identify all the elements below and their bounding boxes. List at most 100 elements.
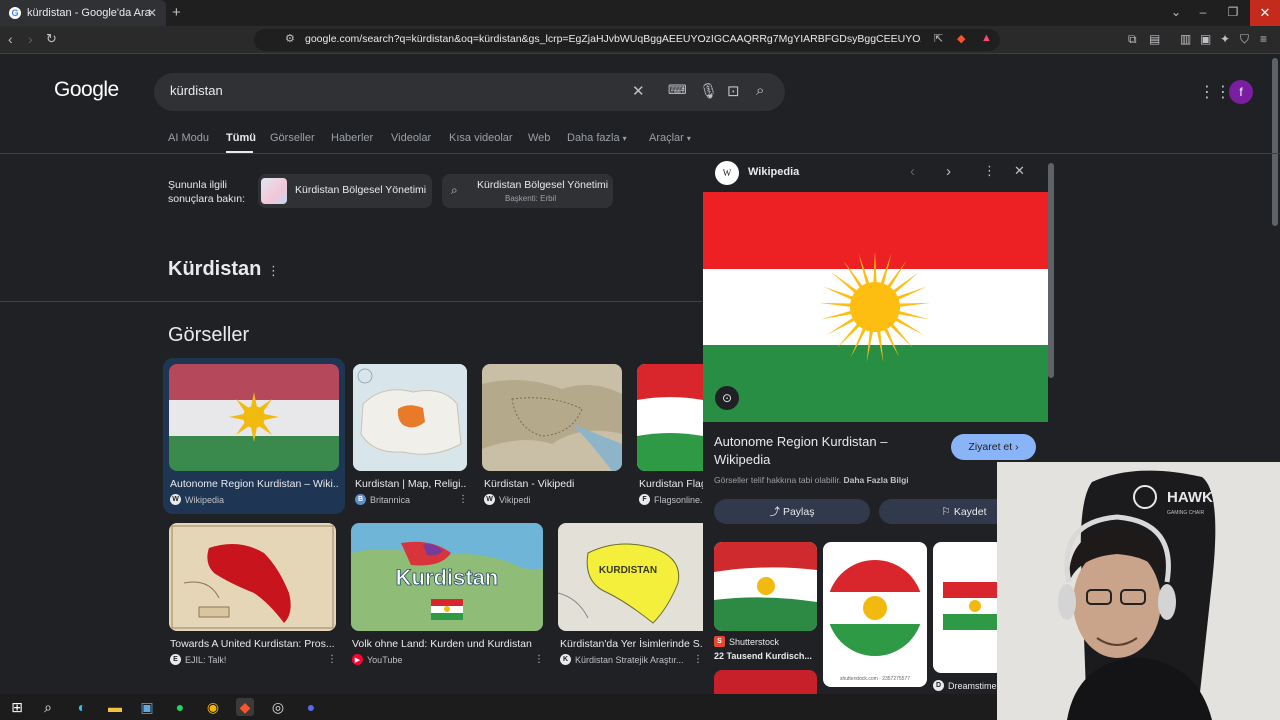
related-image-3[interactable]: [933, 542, 1003, 673]
close-icon[interactable]: ✕: [1014, 163, 1025, 179]
image-title[interactable]: Towards A United Kurdistan: Pros...: [170, 638, 336, 650]
image-source-label: Vikipedi: [499, 494, 531, 505]
extensions-icon[interactable]: ⧉: [1128, 32, 1137, 47]
url-bar[interactable]: ⚙ google.com/search?q=kürdistan&oq=kürdi…: [254, 29, 1000, 51]
related-title[interactable]: 22 Tausend Kurdisch...: [714, 651, 812, 661]
vpn-icon[interactable]: ⛉: [1240, 32, 1249, 47]
image-title[interactable]: Kürdistan - Vikipedi: [484, 478, 622, 490]
wallet-icon[interactable]: ▣: [1200, 32, 1211, 46]
search-icon[interactable]: ⌕: [756, 82, 764, 99]
image-source[interactable]: B Britannica: [355, 494, 410, 505]
image-result-flag-wave[interactable]: [637, 364, 703, 471]
tab-short-videos[interactable]: Kısa videolar: [449, 132, 513, 144]
window-close-icon[interactable]: ✕: [1250, 0, 1280, 26]
microphone-icon[interactable]: 🎙: [699, 82, 718, 100]
minimize-icon[interactable]: –: [1193, 5, 1213, 19]
back-icon[interactable]: ‹: [8, 31, 13, 47]
search-box[interactable]: kürdistan ✕ ⌨ 🎙 ⊡ ⌕: [154, 73, 785, 111]
related-source[interactable]: D Dreamstime: [933, 680, 997, 691]
brave-rewards-icon[interactable]: ▲: [981, 32, 992, 44]
panel-source[interactable]: Wikipedia: [748, 166, 799, 178]
more-info-link[interactable]: Daha Fazla Bilgi: [843, 475, 908, 485]
tab-more[interactable]: Daha fazla ▾: [567, 132, 627, 144]
tab-images[interactable]: Görseller: [270, 132, 315, 144]
related-image-2[interactable]: shutterstock.com · 2357275577: [823, 542, 927, 687]
tab-videos[interactable]: Videolar: [391, 132, 431, 144]
more-options-icon[interactable]: ⋮: [983, 163, 996, 179]
site-info-icon[interactable]: ⚙: [285, 32, 295, 45]
more-options-icon[interactable]: ⋮: [267, 263, 280, 279]
kurdistan-flag-large-image[interactable]: [703, 192, 1048, 422]
previous-icon[interactable]: ‹: [910, 163, 915, 180]
tab-all[interactable]: Tümü: [226, 132, 256, 144]
tab-ai-mode[interactable]: AI Modu: [168, 132, 209, 144]
file-explorer-icon[interactable]: ▬: [106, 698, 124, 716]
image-source[interactable]: W Vikipedi: [484, 494, 530, 505]
tab-search-icon[interactable]: ⌄: [1166, 5, 1186, 19]
panel-image-title[interactable]: Autonome Region Kurdistan – Wikipedia: [714, 433, 924, 469]
more-options-icon[interactable]: ⋮: [534, 654, 544, 665]
sun-disc: [850, 282, 900, 332]
related-chip-search[interactable]: ⌕ Kürdistan Bölgesel Yönetimi Başkenti: …: [442, 174, 613, 208]
panel-scrollbar[interactable]: [1048, 163, 1054, 378]
image-result-flag[interactable]: [169, 364, 339, 471]
image-source[interactable]: E EJIL: Talk!: [170, 654, 226, 665]
tab-web[interactable]: Web: [528, 132, 550, 144]
image-title[interactable]: Kürdistan'da Yer İsimlerinde S...: [560, 638, 703, 650]
browser-tab[interactable]: G kürdistan - Google'da Ara ✕: [0, 0, 166, 26]
menu-icon[interactable]: ≡: [1260, 32, 1267, 46]
image-result-map-britannica[interactable]: [353, 364, 467, 471]
more-options-icon[interactable]: ⋮: [327, 654, 337, 665]
image-result-region-map[interactable]: KURDISTAN: [558, 523, 703, 631]
image-result-video[interactable]: Kurdistan: [351, 523, 543, 631]
image-title[interactable]: Kurdistan Flag: [639, 478, 703, 490]
related-source[interactable]: S Shutterstock: [714, 636, 779, 647]
share-button[interactable]: ⤴ Paylaş: [714, 499, 870, 524]
more-options-icon[interactable]: ⋮: [458, 494, 468, 505]
search-input[interactable]: kürdistan: [170, 83, 223, 98]
discord-icon[interactable]: ●: [302, 698, 320, 716]
image-title[interactable]: Volk ohne Land: Kurden und Kurdistan: [352, 638, 542, 650]
next-icon[interactable]: ›: [946, 163, 951, 180]
avatar[interactable]: f: [1229, 80, 1253, 104]
chrome-icon[interactable]: ◉: [204, 698, 222, 716]
spotify-icon[interactable]: ●: [171, 698, 189, 716]
windows-start-icon[interactable]: ⊞: [8, 698, 26, 716]
image-source[interactable]: F Flagsonline.: [639, 494, 703, 505]
image-title[interactable]: Autonome Region Kurdistan – Wiki...: [170, 478, 338, 490]
downloads-icon[interactable]: ▤: [1149, 32, 1160, 46]
visit-button[interactable]: Ziyaret et ›: [951, 434, 1036, 460]
tab-close-icon[interactable]: ✕: [147, 6, 157, 20]
image-result-historic-map[interactable]: [169, 523, 336, 631]
forward-icon[interactable]: ›: [28, 31, 33, 47]
restore-icon[interactable]: ❐: [1223, 5, 1243, 19]
keyboard-icon[interactable]: ⌨: [668, 82, 687, 98]
active-tab-indicator: [226, 151, 253, 153]
image-source[interactable]: ▶ YouTube: [352, 654, 402, 665]
image-result-map-vikipedi[interactable]: [482, 364, 622, 471]
lens-search-icon[interactable]: ⊙: [715, 386, 739, 410]
apps-grid-icon[interactable]: ⋮⋮: [1199, 82, 1231, 102]
reload-icon[interactable]: ↻: [46, 31, 57, 47]
edge-icon[interactable]: ◐: [73, 698, 91, 716]
related-image-1[interactable]: [714, 542, 817, 631]
image-source[interactable]: K Kürdistan Stratejik Araştır...: [560, 654, 690, 665]
share-icon[interactable]: ⇱: [934, 32, 943, 45]
leo-ai-icon[interactable]: ✦: [1220, 32, 1230, 46]
brave-shield-icon[interactable]: ◆: [957, 32, 965, 45]
more-options-icon[interactable]: ⋮: [693, 654, 703, 665]
brave-icon[interactable]: ◆: [236, 698, 254, 716]
image-title[interactable]: Kurdistan | Map, Religi...: [355, 478, 467, 490]
search-icon[interactable]: ⌕: [39, 698, 57, 716]
clear-icon[interactable]: ✕: [632, 82, 645, 100]
sidebar-icon[interactable]: ▥: [1180, 32, 1191, 46]
tab-tools[interactable]: Araçlar ▾: [649, 132, 691, 144]
image-source[interactable]: W Wikipedia: [170, 494, 224, 505]
related-chip-kurdistan-region[interactable]: Kürdistan Bölgesel Yönetimi: [258, 174, 432, 208]
lens-icon[interactable]: ⊡: [727, 82, 740, 100]
google-logo[interactable]: Google: [54, 78, 119, 102]
photos-icon[interactable]: ▣: [138, 698, 156, 716]
new-tab-icon[interactable]: +: [172, 4, 181, 21]
tab-news[interactable]: Haberler: [331, 132, 373, 144]
obs-icon[interactable]: ◎: [269, 698, 287, 716]
